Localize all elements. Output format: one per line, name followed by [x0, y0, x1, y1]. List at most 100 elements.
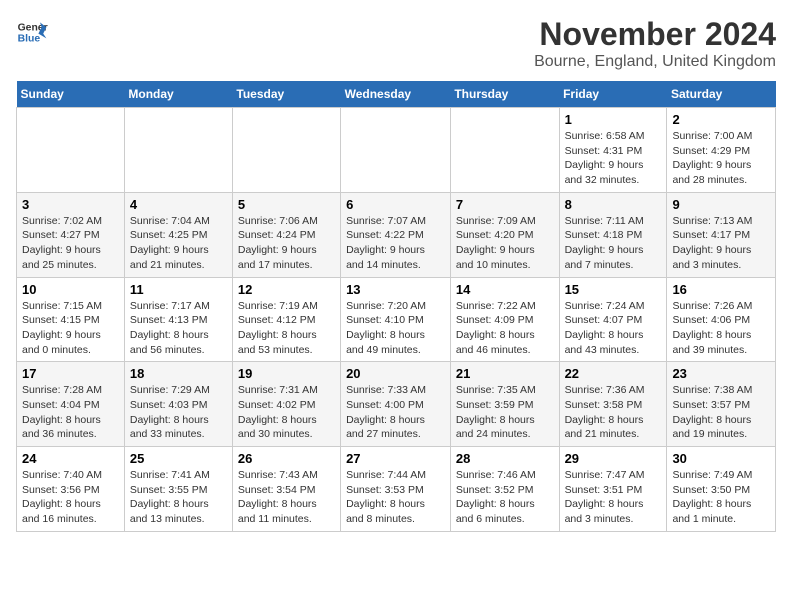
calendar-week-row: 17 Sunrise: 7:28 AM Sunset: 4:04 PM Dayli… [17, 362, 776, 447]
day-info: Sunrise: 7:33 AM Sunset: 4:00 PM Dayligh… [346, 383, 445, 442]
day-number: 10 [22, 282, 119, 297]
day-info: Sunrise: 7:15 AM Sunset: 4:15 PM Dayligh… [22, 299, 119, 358]
calendar-cell: 27 Sunrise: 7:44 AM Sunset: 3:53 PM Dayli… [341, 447, 451, 532]
calendar-cell: 2Sunrise: 7:00 AM Sunset: 4:29 PM Daylig… [667, 108, 776, 193]
calendar-cell: 21 Sunrise: 7:35 AM Sunset: 3:59 PM Dayli… [450, 362, 559, 447]
calendar-cell: 30Sunrise: 7:49 AM Sunset: 3:50 PM Dayli… [667, 447, 776, 532]
weekday-header-row: SundayMondayTuesdayWednesdayThursdayFrid… [17, 81, 776, 108]
calendar-cell: 22Sunrise: 7:36 AM Sunset: 3:58 PM Dayli… [559, 362, 667, 447]
day-info: Sunrise: 7:11 AM Sunset: 4:18 PM Dayligh… [565, 214, 662, 273]
day-info: Sunrise: 7:40 AM Sunset: 3:56 PM Dayligh… [22, 468, 119, 527]
day-info: Sunrise: 7:17 AM Sunset: 4:13 PM Dayligh… [130, 299, 227, 358]
day-info: Sunrise: 7:13 AM Sunset: 4:17 PM Dayligh… [672, 214, 770, 273]
day-info: Sunrise: 7:28 AM Sunset: 4:04 PM Dayligh… [22, 383, 119, 442]
weekday-header: Monday [124, 81, 232, 108]
day-number: 15 [565, 282, 662, 297]
calendar-week-row: 1 Sunrise: 6:58 AM Sunset: 4:31 PM Daylig… [17, 108, 776, 193]
day-number: 12 [238, 282, 335, 297]
calendar-cell: 16Sunrise: 7:26 AM Sunset: 4:06 PM Dayli… [667, 277, 776, 362]
day-info: Sunrise: 7:35 AM Sunset: 3:59 PM Dayligh… [456, 383, 554, 442]
day-info: Sunrise: 7:26 AM Sunset: 4:06 PM Dayligh… [672, 299, 770, 358]
calendar-cell: 25Sunrise: 7:41 AM Sunset: 3:55 PM Dayli… [124, 447, 232, 532]
calendar-cell: 17 Sunrise: 7:28 AM Sunset: 4:04 PM Dayli… [17, 362, 125, 447]
day-number: 28 [456, 451, 554, 466]
day-number: 13 [346, 282, 445, 297]
day-number: 21 [456, 366, 554, 381]
day-info: Sunrise: 7:22 AM Sunset: 4:09 PM Dayligh… [456, 299, 554, 358]
calendar-cell: 6 Sunrise: 7:07 AM Sunset: 4:22 PM Daylig… [341, 192, 451, 277]
calendar-cell [341, 108, 451, 193]
day-number: 6 [346, 197, 445, 212]
day-number: 20 [346, 366, 445, 381]
day-info: Sunrise: 7:36 AM Sunset: 3:58 PM Dayligh… [565, 383, 662, 442]
day-number: 27 [346, 451, 445, 466]
calendar-week-row: 10 Sunrise: 7:15 AM Sunset: 4:15 PM Dayli… [17, 277, 776, 362]
day-number: 7 [456, 197, 554, 212]
day-info: Sunrise: 7:47 AM Sunset: 3:51 PM Dayligh… [565, 468, 662, 527]
day-info: Sunrise: 7:09 AM Sunset: 4:20 PM Dayligh… [456, 214, 554, 273]
day-info: Sunrise: 7:04 AM Sunset: 4:25 PM Dayligh… [130, 214, 227, 273]
day-number: 4 [130, 197, 227, 212]
calendar-cell: 24Sunrise: 7:40 AM Sunset: 3:56 PM Dayli… [17, 447, 125, 532]
day-number: 2 [672, 112, 770, 127]
logo-icon: General Blue [16, 16, 48, 48]
day-info: Sunrise: 7:24 AM Sunset: 4:07 PM Dayligh… [565, 299, 662, 358]
calendar-cell: 18 Sunrise: 7:29 AM Sunset: 4:03 PM Dayli… [124, 362, 232, 447]
day-number: 23 [672, 366, 770, 381]
title-area: November 2024 Bourne, England, United Ki… [534, 16, 776, 71]
day-number: 3 [22, 197, 119, 212]
page-title: November 2024 [534, 16, 776, 53]
day-info: Sunrise: 7:19 AM Sunset: 4:12 PM Dayligh… [238, 299, 335, 358]
day-number: 1 [565, 112, 662, 127]
day-info: Sunrise: 7:06 AM Sunset: 4:24 PM Dayligh… [238, 214, 335, 273]
calendar-cell: 3 Sunrise: 7:02 AM Sunset: 4:27 PM Daylig… [17, 192, 125, 277]
calendar-cell: 12 Sunrise: 7:19 AM Sunset: 4:12 PM Dayli… [232, 277, 340, 362]
calendar-cell: 4 Sunrise: 7:04 AM Sunset: 4:25 PM Daylig… [124, 192, 232, 277]
weekday-header: Thursday [450, 81, 559, 108]
day-number: 18 [130, 366, 227, 381]
calendar-cell: 10 Sunrise: 7:15 AM Sunset: 4:15 PM Dayli… [17, 277, 125, 362]
calendar-cell: 14 Sunrise: 7:22 AM Sunset: 4:09 PM Dayli… [450, 277, 559, 362]
page-subtitle: Bourne, England, United Kingdom [534, 53, 776, 71]
calendar-table: SundayMondayTuesdayWednesdayThursdayFrid… [16, 81, 776, 532]
calendar-cell [124, 108, 232, 193]
calendar-cell: 29 Sunrise: 7:47 AM Sunset: 3:51 PM Dayli… [559, 447, 667, 532]
weekday-header: Saturday [667, 81, 776, 108]
day-number: 11 [130, 282, 227, 297]
day-number: 14 [456, 282, 554, 297]
calendar-cell: 7 Sunrise: 7:09 AM Sunset: 4:20 PM Daylig… [450, 192, 559, 277]
calendar-cell: 26Sunrise: 7:43 AM Sunset: 3:54 PM Dayli… [232, 447, 340, 532]
calendar-cell: 20 Sunrise: 7:33 AM Sunset: 4:00 PM Dayli… [341, 362, 451, 447]
weekday-header: Friday [559, 81, 667, 108]
day-info: Sunrise: 7:41 AM Sunset: 3:55 PM Dayligh… [130, 468, 227, 527]
calendar-cell [450, 108, 559, 193]
calendar-cell: 23Sunrise: 7:38 AM Sunset: 3:57 PM Dayli… [667, 362, 776, 447]
calendar-cell: 11 Sunrise: 7:17 AM Sunset: 4:13 PM Dayli… [124, 277, 232, 362]
svg-text:Blue: Blue [18, 34, 41, 45]
calendar-cell [17, 108, 125, 193]
day-number: 30 [672, 451, 770, 466]
header: General Blue November 2024 Bourne, Engla… [16, 16, 776, 71]
calendar-cell: 5Sunrise: 7:06 AM Sunset: 4:24 PM Daylig… [232, 192, 340, 277]
day-info: Sunrise: 7:20 AM Sunset: 4:10 PM Dayligh… [346, 299, 445, 358]
day-number: 29 [565, 451, 662, 466]
day-info: Sunrise: 7:07 AM Sunset: 4:22 PM Dayligh… [346, 214, 445, 273]
day-info: Sunrise: 7:29 AM Sunset: 4:03 PM Dayligh… [130, 383, 227, 442]
calendar-cell: 8Sunrise: 7:11 AM Sunset: 4:18 PM Daylig… [559, 192, 667, 277]
calendar-cell: 13 Sunrise: 7:20 AM Sunset: 4:10 PM Dayli… [341, 277, 451, 362]
calendar-cell: 15 Sunrise: 7:24 AM Sunset: 4:07 PM Dayli… [559, 277, 667, 362]
day-number: 26 [238, 451, 335, 466]
calendar-cell: 9 Sunrise: 7:13 AM Sunset: 4:17 PM Daylig… [667, 192, 776, 277]
calendar-cell: 28Sunrise: 7:46 AM Sunset: 3:52 PM Dayli… [450, 447, 559, 532]
day-number: 17 [22, 366, 119, 381]
day-info: Sunrise: 7:02 AM Sunset: 4:27 PM Dayligh… [22, 214, 119, 273]
weekday-header: Sunday [17, 81, 125, 108]
day-info: Sunrise: 6:58 AM Sunset: 4:31 PM Dayligh… [565, 129, 662, 188]
day-number: 9 [672, 197, 770, 212]
day-info: Sunrise: 7:44 AM Sunset: 3:53 PM Dayligh… [346, 468, 445, 527]
calendar-cell: 19 Sunrise: 7:31 AM Sunset: 4:02 PM Dayli… [232, 362, 340, 447]
day-number: 19 [238, 366, 335, 381]
weekday-header: Tuesday [232, 81, 340, 108]
day-info: Sunrise: 7:31 AM Sunset: 4:02 PM Dayligh… [238, 383, 335, 442]
logo: General Blue [16, 16, 48, 48]
